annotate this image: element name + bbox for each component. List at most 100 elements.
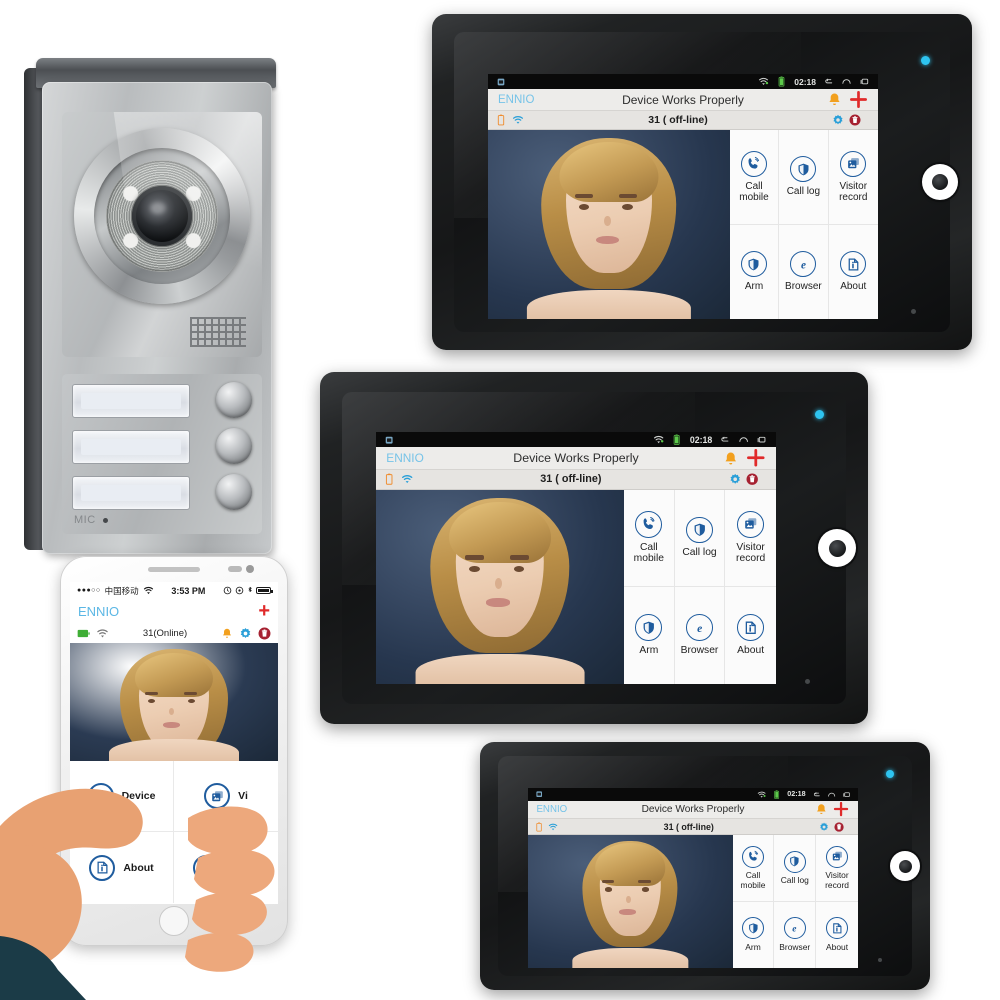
bell-icon[interactable] [723,451,739,467]
trash-icon[interactable] [746,473,758,486]
video-subject-shoulders [415,654,585,684]
device-list-row[interactable]: 31 ( off-line) [376,470,776,490]
app-about[interactable]: About [816,901,858,968]
call-button-row[interactable] [72,382,256,420]
app-label: Call mobile [739,180,769,203]
trash-icon[interactable] [258,627,271,640]
gear-icon[interactable] [832,114,844,126]
bell-icon[interactable] [827,92,842,107]
camera-knob-button[interactable] [890,851,920,881]
bell-icon[interactable] [815,803,828,816]
app-arm[interactable]: Arm [732,901,775,968]
phone-call-icon [635,510,663,538]
video-subject-mouth [163,722,180,728]
gear-icon[interactable] [819,822,829,832]
app-call-log[interactable]: Call log [674,489,726,587]
monitor-screen-3[interactable]: 02:18 ENNIO Device Works Properly 31 (o… [528,788,858,968]
photo-stack-icon [840,150,867,177]
power-led-icon [886,770,894,778]
device-list-row[interactable]: 31 ( off-line) [488,111,878,130]
phone-screen[interactable]: ●●●○○ 中国移动 3:53 PM ENNIO + 31(Online) De… [70,582,278,904]
video-subject-brow [184,692,197,695]
speaker-grille-icon [190,317,246,347]
monitor-screen-2[interactable]: 02:18 ENNIO Device Works Properly 31 (o… [376,432,776,684]
call-button-row[interactable] [72,474,256,512]
camera-knob-button[interactable] [818,529,856,567]
status-clock: 02:18 [689,434,713,445]
plus-icon[interactable]: + [258,601,270,621]
plus-icon[interactable] [746,448,766,468]
home-icon[interactable] [841,76,852,87]
device-list-row[interactable]: 31 ( off-line) [528,819,858,836]
plus-icon[interactable] [849,90,868,109]
gear-icon[interactable] [239,627,252,640]
home-icon[interactable] [827,790,836,799]
shield-log-icon [783,850,806,873]
camera-knob-button[interactable] [922,164,958,200]
bell-icon[interactable] [221,627,233,640]
phone-earpiece-icon [148,567,200,572]
app-arm[interactable]: Arm [624,586,675,684]
phone-app-device[interactable]: Device [70,761,174,832]
phone-home-button[interactable] [159,906,189,936]
live-video-feed[interactable] [528,835,733,968]
recents-icon[interactable] [756,434,767,445]
live-video-feed[interactable] [488,130,730,319]
info-doc-icon [89,854,116,881]
app-browser[interactable]: e Browser [779,224,829,319]
battery-icon [776,76,787,87]
app-visitor-record[interactable]: Visitor record [828,130,878,225]
android-status-icons: 02:18 [751,76,870,87]
call-button-3[interactable] [216,474,252,510]
nameplate [72,476,190,510]
recents-icon[interactable] [842,790,851,799]
back-icon[interactable] [812,790,821,799]
call-button-2[interactable] [216,428,252,464]
phone-app-visitor-record[interactable]: Vi [174,761,278,832]
plus-icon[interactable] [833,801,849,817]
call-button-row[interactable] [72,428,256,466]
video-subject-shoulders [572,947,688,968]
battery-icon [671,434,682,445]
app-call-log[interactable]: Call log [779,130,829,225]
phone-app-label: Call lo [227,861,259,874]
app-visitor-record[interactable]: Visitor record [816,835,858,902]
back-icon[interactable] [823,76,834,87]
door-station-body: MIC [42,82,272,554]
app-call-log[interactable]: Call log [774,835,817,902]
phone-video-feed[interactable] [70,643,278,761]
battery-icon [77,628,90,639]
shield-log-icon [686,516,713,544]
app-about[interactable]: About [725,586,776,684]
app-call-mobile[interactable]: Call mobile [729,130,780,225]
recents-icon[interactable] [859,76,870,87]
back-icon[interactable] [719,434,730,445]
camera-panel [62,112,262,357]
app-call-mobile[interactable]: Call mobile [732,835,775,902]
gear-icon[interactable] [729,473,741,485]
app-about[interactable]: About [828,224,878,319]
home-icon[interactable] [738,434,749,445]
app-call-mobile[interactable]: Call mobile [624,489,675,587]
svg-text:e: e [801,259,806,271]
app-arm[interactable]: Arm [729,224,780,319]
phone-app-about[interactable]: About [70,832,174,903]
phone-app-call-log[interactable]: Call lo [174,832,278,903]
indoor-monitor-2: 02:18 ENNIO Device Works Properly 31 (o… [320,372,868,724]
live-video-feed[interactable] [376,489,624,684]
trash-icon[interactable] [849,114,861,126]
call-log-icon [193,854,220,881]
monitor-screen-1[interactable]: 02:18 ENNIO Device Works Properly 31 (o… [488,74,878,319]
app-browser[interactable]: e Browser [774,901,817,968]
carrier-label: 中国移动 [104,585,139,596]
video-subject-eye [604,887,613,892]
phone-device-row[interactable]: 31(Online) [70,623,278,643]
video-subject-brow [575,193,594,199]
app-browser[interactable]: e Browser [674,586,726,684]
app-visitor-record[interactable]: Visitor record [725,489,776,587]
call-button-1[interactable] [216,382,252,418]
trash-icon[interactable] [833,822,844,832]
video-subject-nose [495,578,502,589]
device-name-label: 31(Online) [142,627,188,639]
wifi-icon [758,76,769,87]
